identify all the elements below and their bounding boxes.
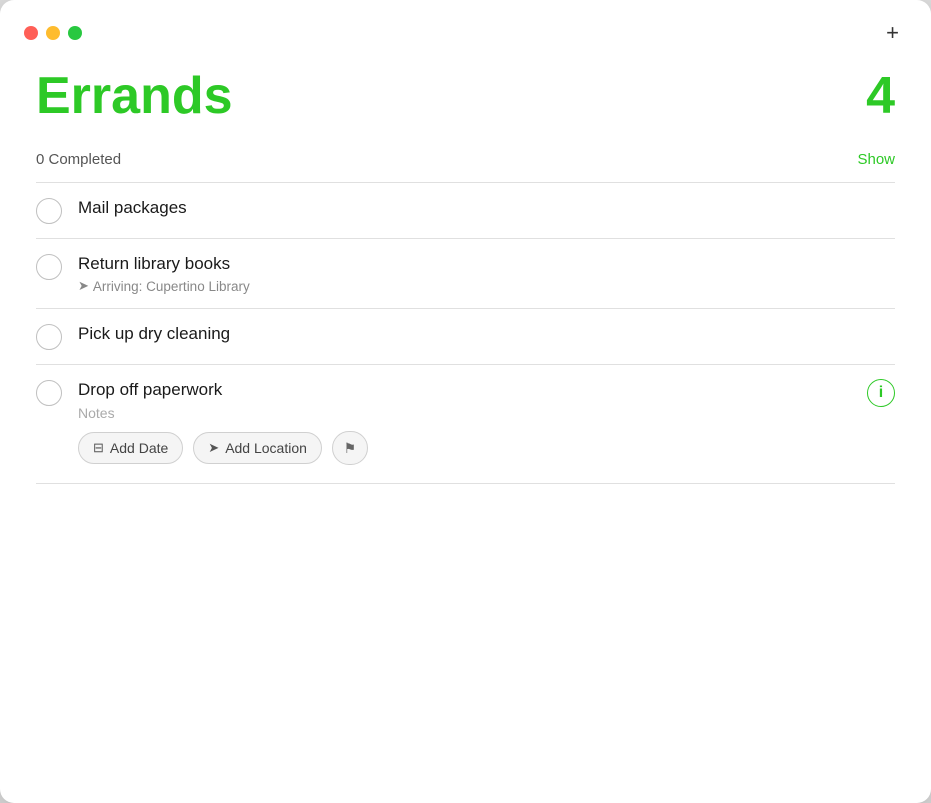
task-actions-4: ⊟ Add Date ➤ Add Location ⚑ <box>78 431 851 465</box>
add-date-label: Add Date <box>110 440 168 456</box>
traffic-lights <box>24 26 82 40</box>
task-body-2: Return library books ➤ Arriving: Cuperti… <box>78 253 895 294</box>
task-info-button-4[interactable]: i <box>867 379 895 407</box>
show-completed-button[interactable]: Show <box>857 151 895 168</box>
task-item-3: Pick up dry cleaning <box>36 309 895 364</box>
completed-row: 0 Completed Show <box>36 141 895 178</box>
task-location-2: ➤ Arriving: Cupertino Library <box>78 278 895 294</box>
list-header: Errands 4 <box>36 68 895 125</box>
task-body-3: Pick up dry cleaning <box>78 323 895 345</box>
task-item-wrapper-1: Mail packages <box>36 183 895 239</box>
add-location-button[interactable]: ➤ Add Location <box>193 432 322 464</box>
task-checkbox-1[interactable] <box>36 198 62 224</box>
task-divider-4 <box>36 483 895 484</box>
list-title: Errands <box>36 68 233 125</box>
task-checkbox-2[interactable] <box>36 254 62 280</box>
task-item-2: Return library books ➤ Arriving: Cuperti… <box>36 239 895 308</box>
calendar-icon: ⊟ <box>93 440 104 456</box>
add-date-button[interactable]: ⊟ Add Date <box>78 432 183 464</box>
completed-label: 0 Completed <box>36 151 121 168</box>
close-button[interactable] <box>24 26 38 40</box>
task-item-wrapper-4: Drop off paperwork Notes ⊟ Add Date ➤ Ad… <box>36 365 895 484</box>
task-title-3: Pick up dry cleaning <box>78 323 895 345</box>
app-window: + Errands 4 0 Completed Show Mail packag… <box>0 0 931 803</box>
flag-icon: ⚑ <box>344 440 357 457</box>
task-body-1: Mail packages <box>78 197 895 219</box>
task-item-1: Mail packages <box>36 183 895 238</box>
new-item-button[interactable]: + <box>878 18 907 48</box>
info-icon: i <box>879 384 883 402</box>
task-item-4: Drop off paperwork Notes ⊟ Add Date ➤ Ad… <box>36 365 895 483</box>
task-title-2: Return library books <box>78 253 895 275</box>
navigation-icon: ➤ <box>208 440 219 456</box>
minimize-button[interactable] <box>46 26 60 40</box>
task-notes-4[interactable]: Notes <box>78 405 851 421</box>
maximize-button[interactable] <box>68 26 82 40</box>
content-area: Errands 4 0 Completed Show Mail packages <box>0 58 931 514</box>
task-body-4: Drop off paperwork Notes ⊟ Add Date ➤ Ad… <box>78 379 851 465</box>
task-title-1: Mail packages <box>78 197 895 219</box>
task-title-4: Drop off paperwork <box>78 379 851 401</box>
location-arrow-icon: ➤ <box>78 278 89 294</box>
task-item-wrapper-2: Return library books ➤ Arriving: Cuperti… <box>36 239 895 309</box>
task-item-wrapper-3: Pick up dry cleaning <box>36 309 895 365</box>
task-count-badge: 4 <box>866 68 895 125</box>
task-checkbox-4[interactable] <box>36 380 62 406</box>
add-location-label: Add Location <box>225 440 307 456</box>
title-bar: + <box>0 0 931 58</box>
task-location-text-2: Arriving: Cupertino Library <box>93 279 250 294</box>
task-checkbox-3[interactable] <box>36 324 62 350</box>
flag-button[interactable]: ⚑ <box>332 431 368 465</box>
